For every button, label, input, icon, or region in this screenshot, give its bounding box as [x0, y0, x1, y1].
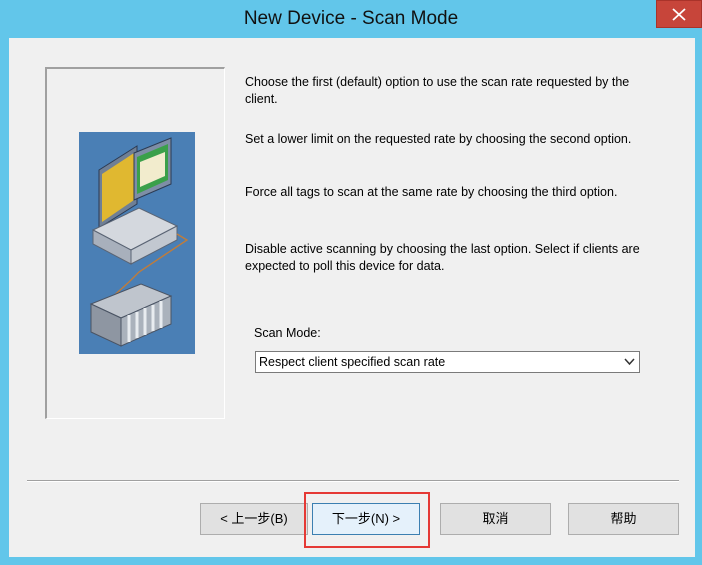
description-same-rate-option: Force all tags to scan at the same rate … — [245, 185, 618, 199]
close-icon — [672, 8, 686, 21]
illustration-panel — [45, 67, 225, 419]
dialog-body: Choose the first (default) option to use… — [9, 38, 695, 557]
description-lower-limit-option: Set a lower limit on the requested rate … — [245, 132, 632, 146]
scan-mode-selected-value: Respect client specified scan rate — [259, 355, 446, 369]
description-default-option: Choose the first (default) option to use… — [245, 75, 630, 106]
device-illustration — [79, 132, 195, 354]
wizard-window: New Device - Scan Mode Choose the first … — [0, 0, 702, 565]
window-title: New Device - Scan Mode — [243, 8, 459, 29]
description-disable-scanning-option: Disable active scanning by choosing the … — [245, 242, 640, 273]
next-button-highlight-box — [304, 492, 430, 548]
close-button[interactable] — [656, 0, 702, 28]
scan-mode-label: Scan Mode: — [254, 326, 321, 340]
cancel-button[interactable]: 取消 — [440, 503, 551, 535]
divider — [27, 480, 679, 482]
scan-mode-select[interactable]: Respect client specified scan rate — [255, 351, 640, 373]
title-bar[interactable]: New Device - Scan Mode — [0, 0, 702, 38]
help-button[interactable]: 帮助 — [568, 503, 679, 535]
computer-and-plc-icon — [89, 137, 189, 347]
back-button[interactable]: < 上一步(B) — [200, 503, 308, 535]
chevron-down-icon — [624, 358, 635, 366]
